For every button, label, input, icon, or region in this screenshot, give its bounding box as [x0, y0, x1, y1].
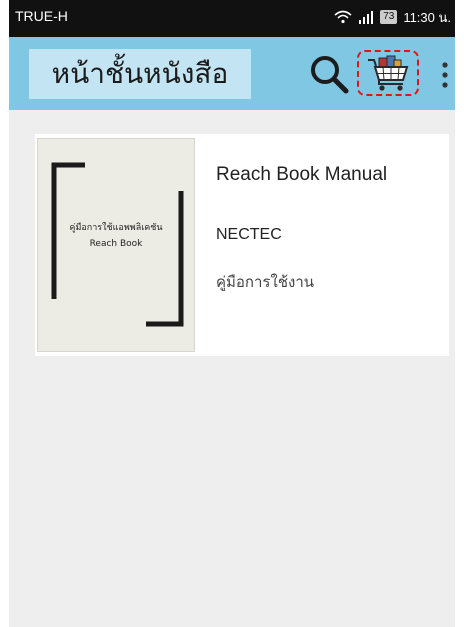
book-title: Reach Book Manual [216, 164, 388, 185]
search-icon [311, 56, 349, 94]
book-cover: คู่มือการใช้แอพพลิเคชัน Reach Book [37, 138, 195, 352]
cover-title-english: Reach Book [89, 239, 143, 249]
phone-screen: TRUE-H 73 11:30 น. หน้าชั้นหนังสือ คู่มื… [9, 0, 455, 627]
page-title: หน้าชั้นหนังสือ [29, 49, 251, 99]
carrier-label: TRUE-H [15, 8, 68, 24]
status-bar: TRUE-H 73 11:30 น. [9, 0, 455, 37]
app-bar: หน้าชั้นหนังสือ [9, 37, 455, 110]
signal-icon [359, 11, 374, 24]
cart-button[interactable] [357, 50, 419, 96]
cart-icon [368, 55, 409, 91]
cover-title-thai: คู่มือการใช้แอพพลิเคชัน [69, 223, 163, 233]
search-button[interactable] [307, 52, 351, 96]
wifi-icon [334, 10, 352, 24]
status-icons: 73 11:30 น. [334, 8, 451, 26]
book-list-item[interactable]: คู่มือการใช้แอพพลิเคชัน Reach Book Reach… [35, 134, 449, 356]
clock-label: 11:30 น. [403, 9, 451, 25]
battery-icon: 73 [380, 10, 398, 24]
book-description: คู่มือการใช้งาน [216, 273, 314, 291]
more-options-button[interactable] [439, 61, 451, 89]
book-author: NECTEC [216, 226, 282, 243]
more-vert-icon [442, 62, 448, 88]
